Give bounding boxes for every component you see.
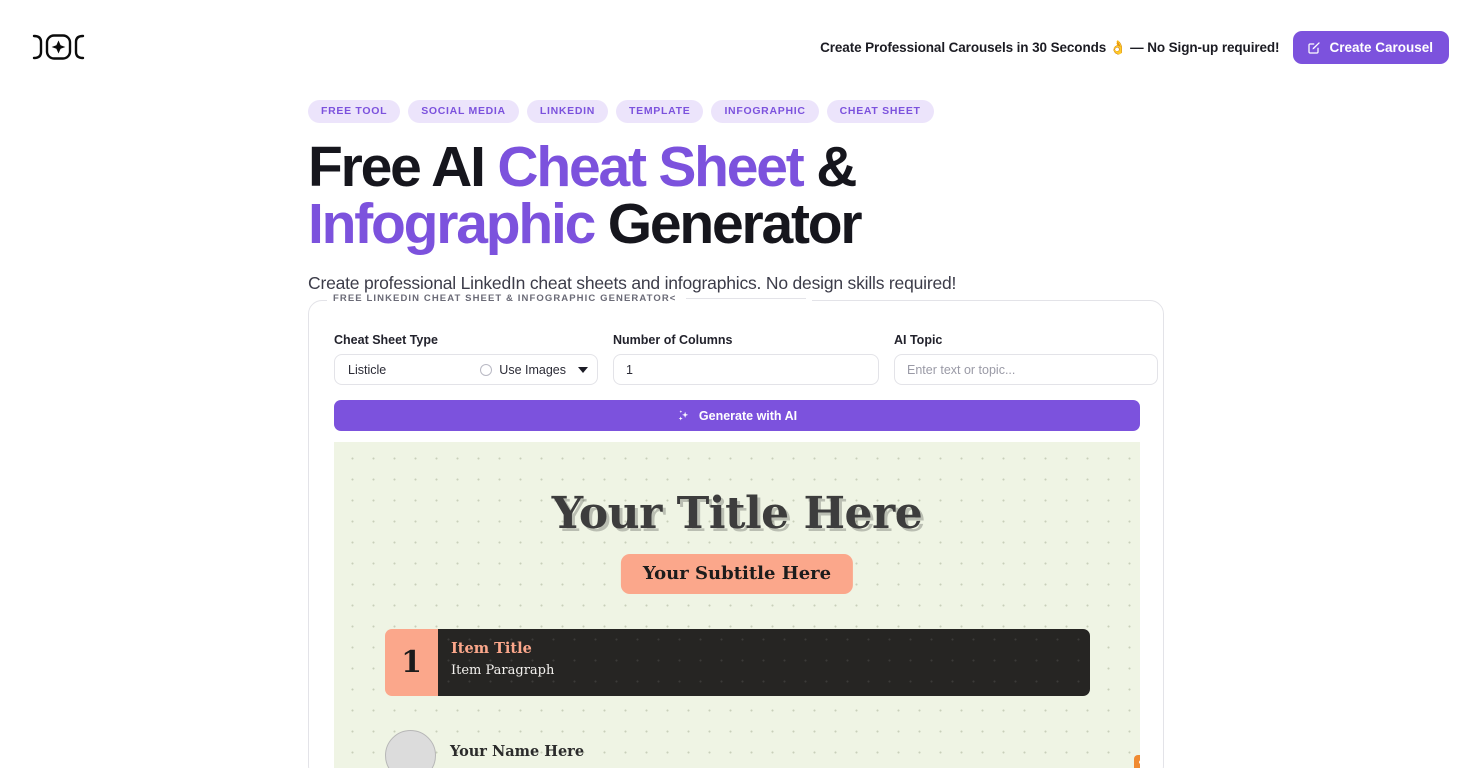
preview-item-paragraph[interactable]: Item Paragraph [451, 663, 1090, 678]
cheat-sheet-preview[interactable]: Your Title Here Your Subtitle Here 1 Ite… [334, 442, 1140, 768]
compose-edit-icon [1308, 42, 1321, 54]
sparkles-icon [678, 409, 689, 421]
preview-item-row[interactable]: 1 Item Title Item Paragraph [385, 629, 1090, 696]
field-cheat-sheet-type: Cheat Sheet Type Listicle Use Images [334, 333, 598, 385]
preview-author-name[interactable]: Your Name Here [450, 743, 584, 760]
chevron-down-icon[interactable] [578, 366, 588, 373]
header-tagline: Create Professional Carousels in 30 Seco… [820, 39, 1280, 55]
cheat-sheet-type-select[interactable]: Listicle Use Images [334, 354, 598, 385]
cheat-sheet-type-value: Listicle [348, 362, 387, 377]
repost-callout: REPOST IF YOU FIND THIS USEFUL [1134, 755, 1140, 768]
tag-cheat-sheet[interactable]: CHEAT SHEET [826, 100, 934, 123]
use-images-label: Use Images [499, 362, 566, 377]
avatar[interactable] [385, 730, 436, 768]
tag-free-tool[interactable]: FREE TOOL [308, 100, 401, 123]
use-images-radio[interactable] [480, 363, 493, 376]
generate-with-ai-label: Generate with AI [698, 408, 798, 423]
tag-social-media[interactable]: SOCIAL MEDIA [408, 100, 519, 123]
legend-divider [686, 298, 807, 299]
ai-topic-label: AI Topic [894, 333, 943, 347]
ai-topic-placeholder: Enter text or topic... [907, 362, 1016, 377]
ai-topic-input[interactable]: Enter text or topic... [894, 354, 1158, 385]
headline-segment-3: & [802, 135, 857, 199]
use-images-toggle[interactable]: Use Images [480, 363, 566, 377]
panel-legend-text: FREE LINKEDIN CHEAT SHEET & INFOGRAPHIC … [333, 293, 677, 304]
preview-title[interactable]: Your Title Here [334, 488, 1140, 539]
number-of-columns-input[interactable]: 1 [613, 354, 879, 385]
hero-tag-list: FREE TOOL SOCIAL MEDIA LINKEDIN TEMPLATE… [308, 100, 1208, 123]
panel-legend: FREE LINKEDIN CHEAT SHEET & INFOGRAPHIC … [327, 293, 813, 304]
carousel-sparkle-logo-icon [32, 34, 85, 60]
logo[interactable] [29, 32, 89, 62]
field-number-of-columns: Number of Columns 1 [613, 333, 879, 385]
headline-segment-4: Infographic [308, 192, 596, 256]
field-ai-topic: AI Topic Enter text or topic... [894, 333, 1158, 385]
tag-template[interactable]: TEMPLATE [616, 100, 704, 123]
repost-arrows-icon [1134, 755, 1140, 768]
headline-segment-5: Generator [607, 192, 863, 256]
generator-form: Cheat Sheet Type Listicle Use Images Num… [334, 333, 1158, 385]
site-header: Create Professional Carousels in 30 Seco… [0, 0, 1473, 93]
preview-item-title[interactable]: Item Title [451, 640, 1090, 657]
hero-section: FREE TOOL SOCIAL MEDIA LINKEDIN TEMPLATE… [308, 100, 1208, 294]
headline-segment-2: Cheat Sheet [497, 135, 804, 199]
create-carousel-button[interactable]: Create Carousel [1293, 31, 1449, 64]
preview-subtitle[interactable]: Your Subtitle Here [620, 554, 854, 594]
preview-item-body: Item Title Item Paragraph [438, 629, 1090, 696]
tag-infographic[interactable]: INFOGRAPHIC [711, 100, 819, 123]
header-right-group: Create Professional Carousels in 30 Seco… [820, 31, 1449, 64]
page-title: Free AI Cheat Sheet & Infographic Genera… [308, 139, 1008, 253]
number-of-columns-label: Number of Columns [613, 333, 733, 347]
create-carousel-label: Create Carousel [1329, 40, 1433, 55]
tag-linkedin[interactable]: LINKEDIN [526, 100, 609, 123]
headline-segment-1: Free AI [308, 135, 498, 199]
number-of-columns-value: 1 [626, 362, 633, 377]
preview-item-number: 1 [385, 629, 438, 696]
generator-panel: FREE LINKEDIN CHEAT SHEET & INFOGRAPHIC … [308, 293, 1164, 768]
generate-with-ai-button[interactable]: Generate with AI [334, 400, 1140, 431]
preview-footer: Your Name Here REPOST IF YOU FIND THIS U… [385, 730, 1140, 768]
page-subtitle: Create professional LinkedIn cheat sheet… [308, 273, 957, 293]
cheat-sheet-type-label: Cheat Sheet Type [334, 333, 438, 347]
